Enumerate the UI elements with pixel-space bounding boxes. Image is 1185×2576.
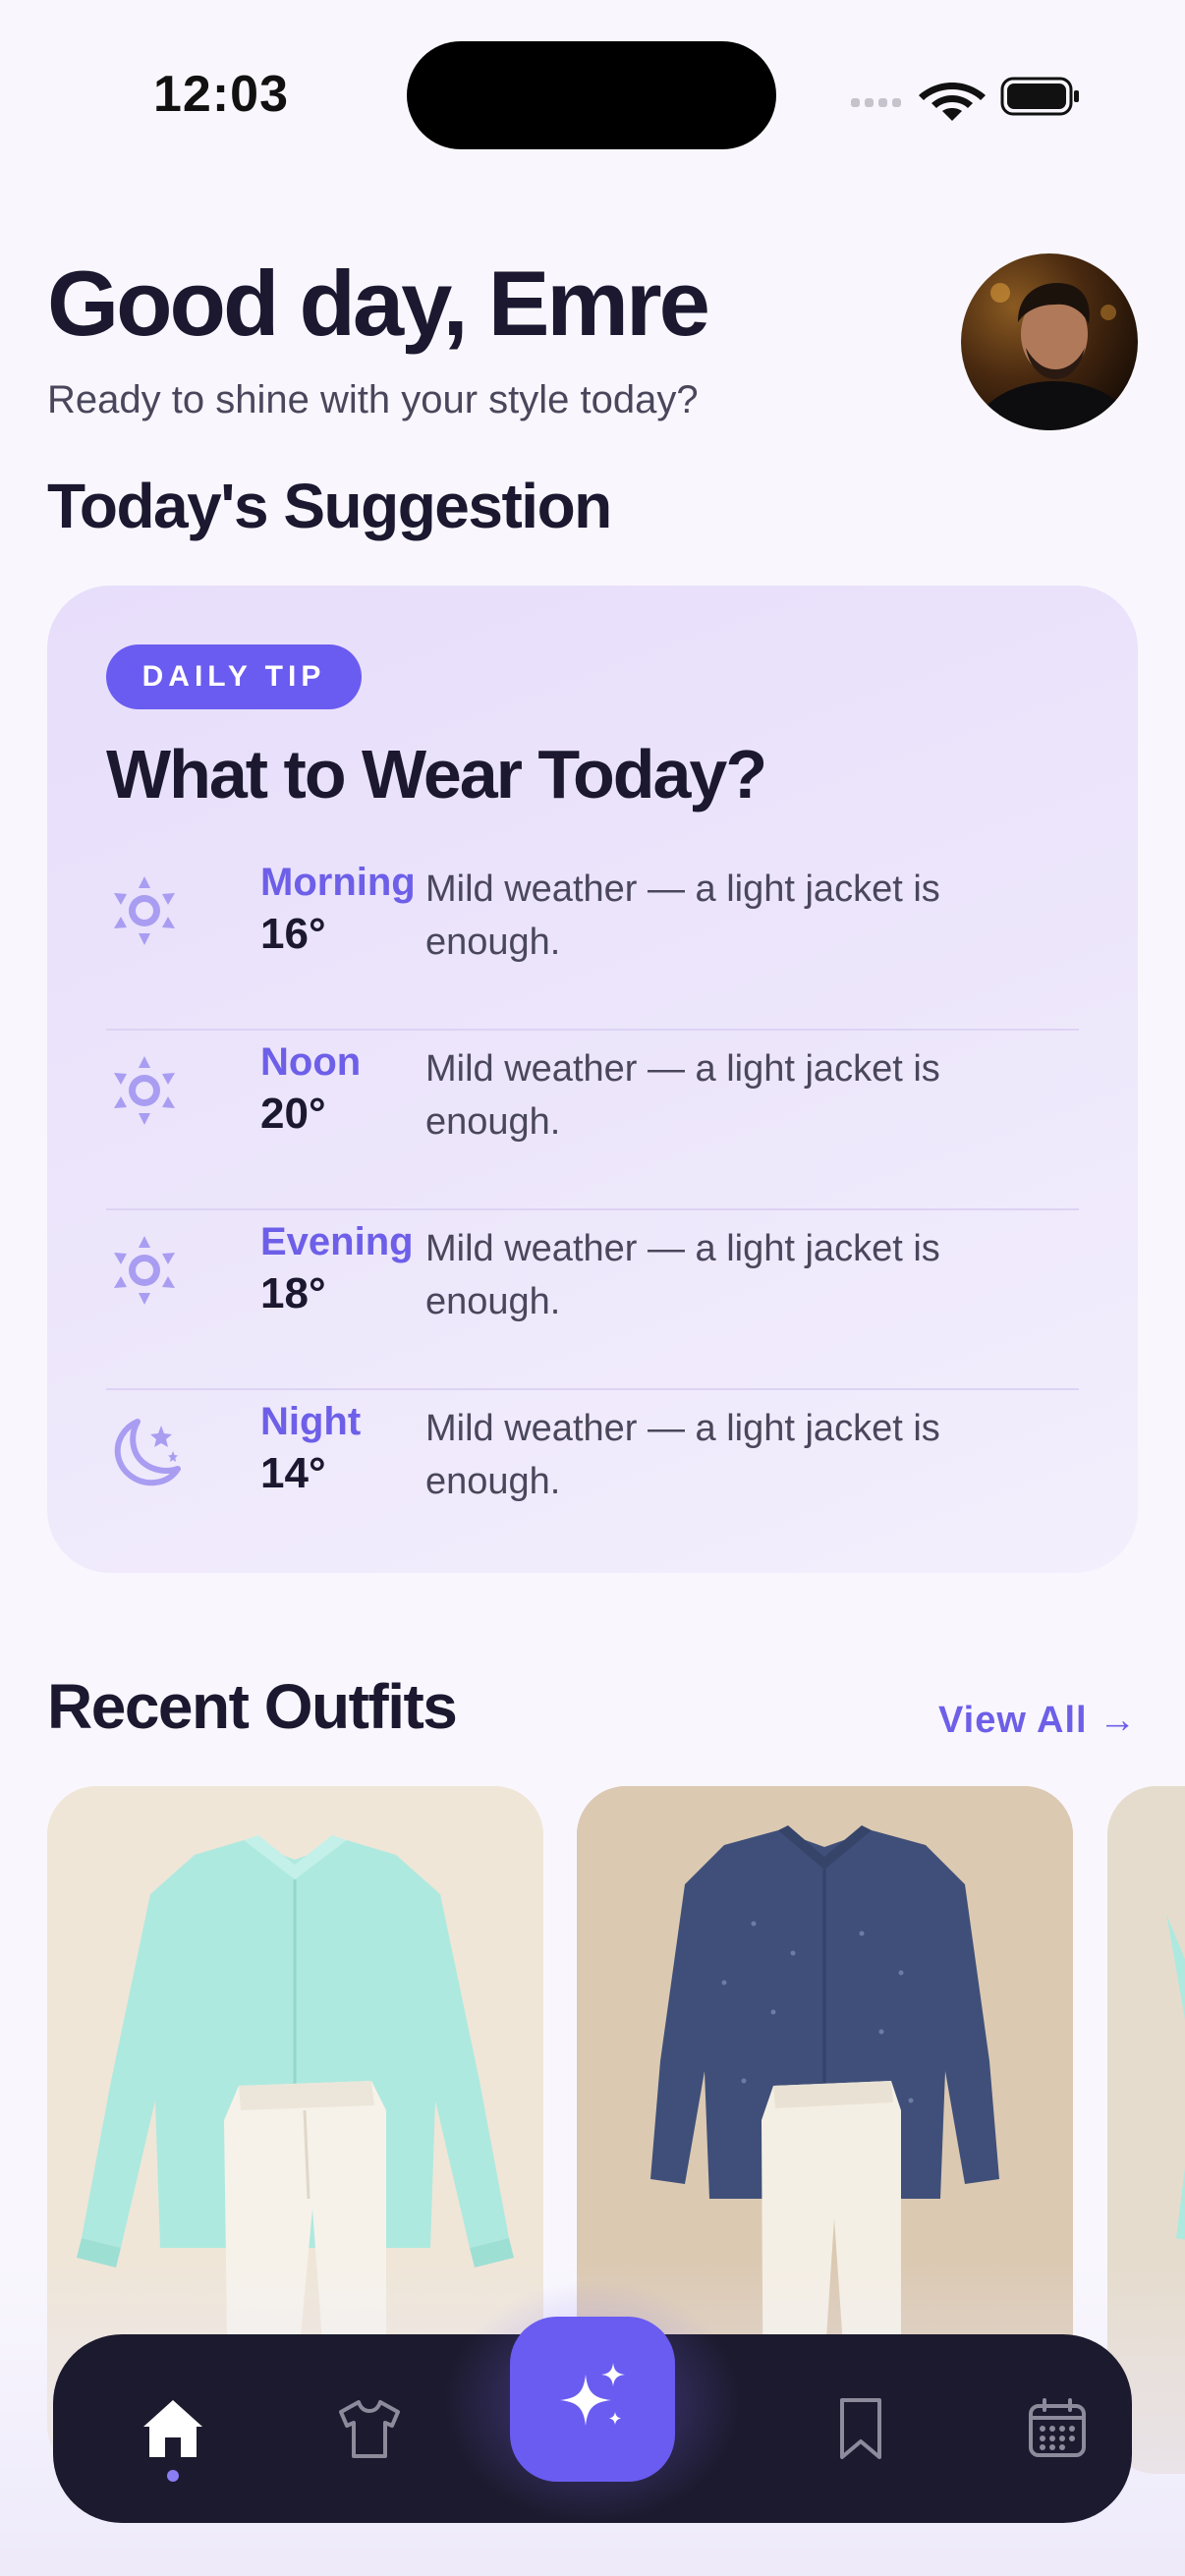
period-temperature: 18°	[260, 1269, 326, 1317]
tab-saved[interactable]	[792, 2334, 930, 2523]
view-all-link[interactable]: View All →	[938, 1700, 1137, 1742]
period-row-morning: Morning 16° Mild weather — a light jacke…	[106, 851, 1079, 1031]
period-temperature: 16°	[260, 910, 326, 958]
sun-icon	[114, 1236, 175, 1305]
moon-stars-icon	[114, 1419, 181, 1486]
period-row-night: Night 14° Mild weather — a light jacket …	[106, 1390, 1079, 1570]
wifi-icon	[919, 83, 986, 121]
active-indicator	[167, 2470, 179, 2482]
period-row-noon: Noon 20° Mild weather — a light jacket i…	[106, 1031, 1079, 1210]
period-temperature: 20°	[260, 1090, 326, 1138]
tab-calendar[interactable]	[988, 2334, 1126, 2523]
period-description: Mild weather — a light jacket is enough.	[425, 868, 940, 963]
tab-wardrobe[interactable]	[301, 2334, 438, 2523]
recent-outfits-section-title: Recent Outfits	[47, 1671, 458, 1742]
home-icon	[143, 2400, 202, 2457]
daily-tip-badge: DAILY TIP	[106, 644, 362, 709]
avatar[interactable]	[961, 253, 1138, 430]
suggestion-section-title: Today's Suggestion	[47, 471, 612, 541]
calendar-icon	[1029, 2398, 1086, 2457]
sun-icon	[114, 1056, 175, 1125]
period-name: Evening	[260, 1220, 414, 1263]
period-description: Mild weather — a light jacket is enough.	[425, 1048, 940, 1143]
sun-icon	[114, 876, 175, 945]
period-name: Morning	[260, 861, 416, 904]
sparkles-icon	[560, 2363, 625, 2426]
battery-icon	[1000, 77, 1079, 116]
daily-tip-card[interactable]: DAILY TIP What to Wear Today? Morning 16…	[47, 586, 1138, 1573]
tshirt-icon	[339, 2400, 400, 2458]
cellular-signal-icon	[851, 98, 901, 107]
period-name: Noon	[260, 1040, 362, 1084]
home-screen: 12:03 Good day, Emre Ready to shine with…	[0, 0, 1185, 2576]
period-row-evening: Evening 18° Mild weather — a light jacke…	[106, 1210, 1079, 1390]
period-temperature: 14°	[260, 1449, 326, 1497]
dynamic-island	[407, 41, 776, 149]
period-description: Mild weather — a light jacket is enough.	[425, 1228, 940, 1322]
status-time: 12:03	[153, 66, 289, 123]
status-icons	[851, 77, 1079, 121]
tab-home[interactable]	[104, 2334, 242, 2523]
period-description: Mild weather — a light jacket is enough.	[425, 1408, 940, 1502]
card-title: What to Wear Today?	[106, 736, 767, 812]
greeting-subtitle: Ready to shine with your style today?	[47, 378, 699, 421]
ai-suggest-button[interactable]	[510, 2317, 675, 2482]
bookmark-icon	[840, 2398, 881, 2459]
greeting-title: Good day, Emre	[47, 252, 710, 355]
period-name: Night	[260, 1400, 362, 1443]
